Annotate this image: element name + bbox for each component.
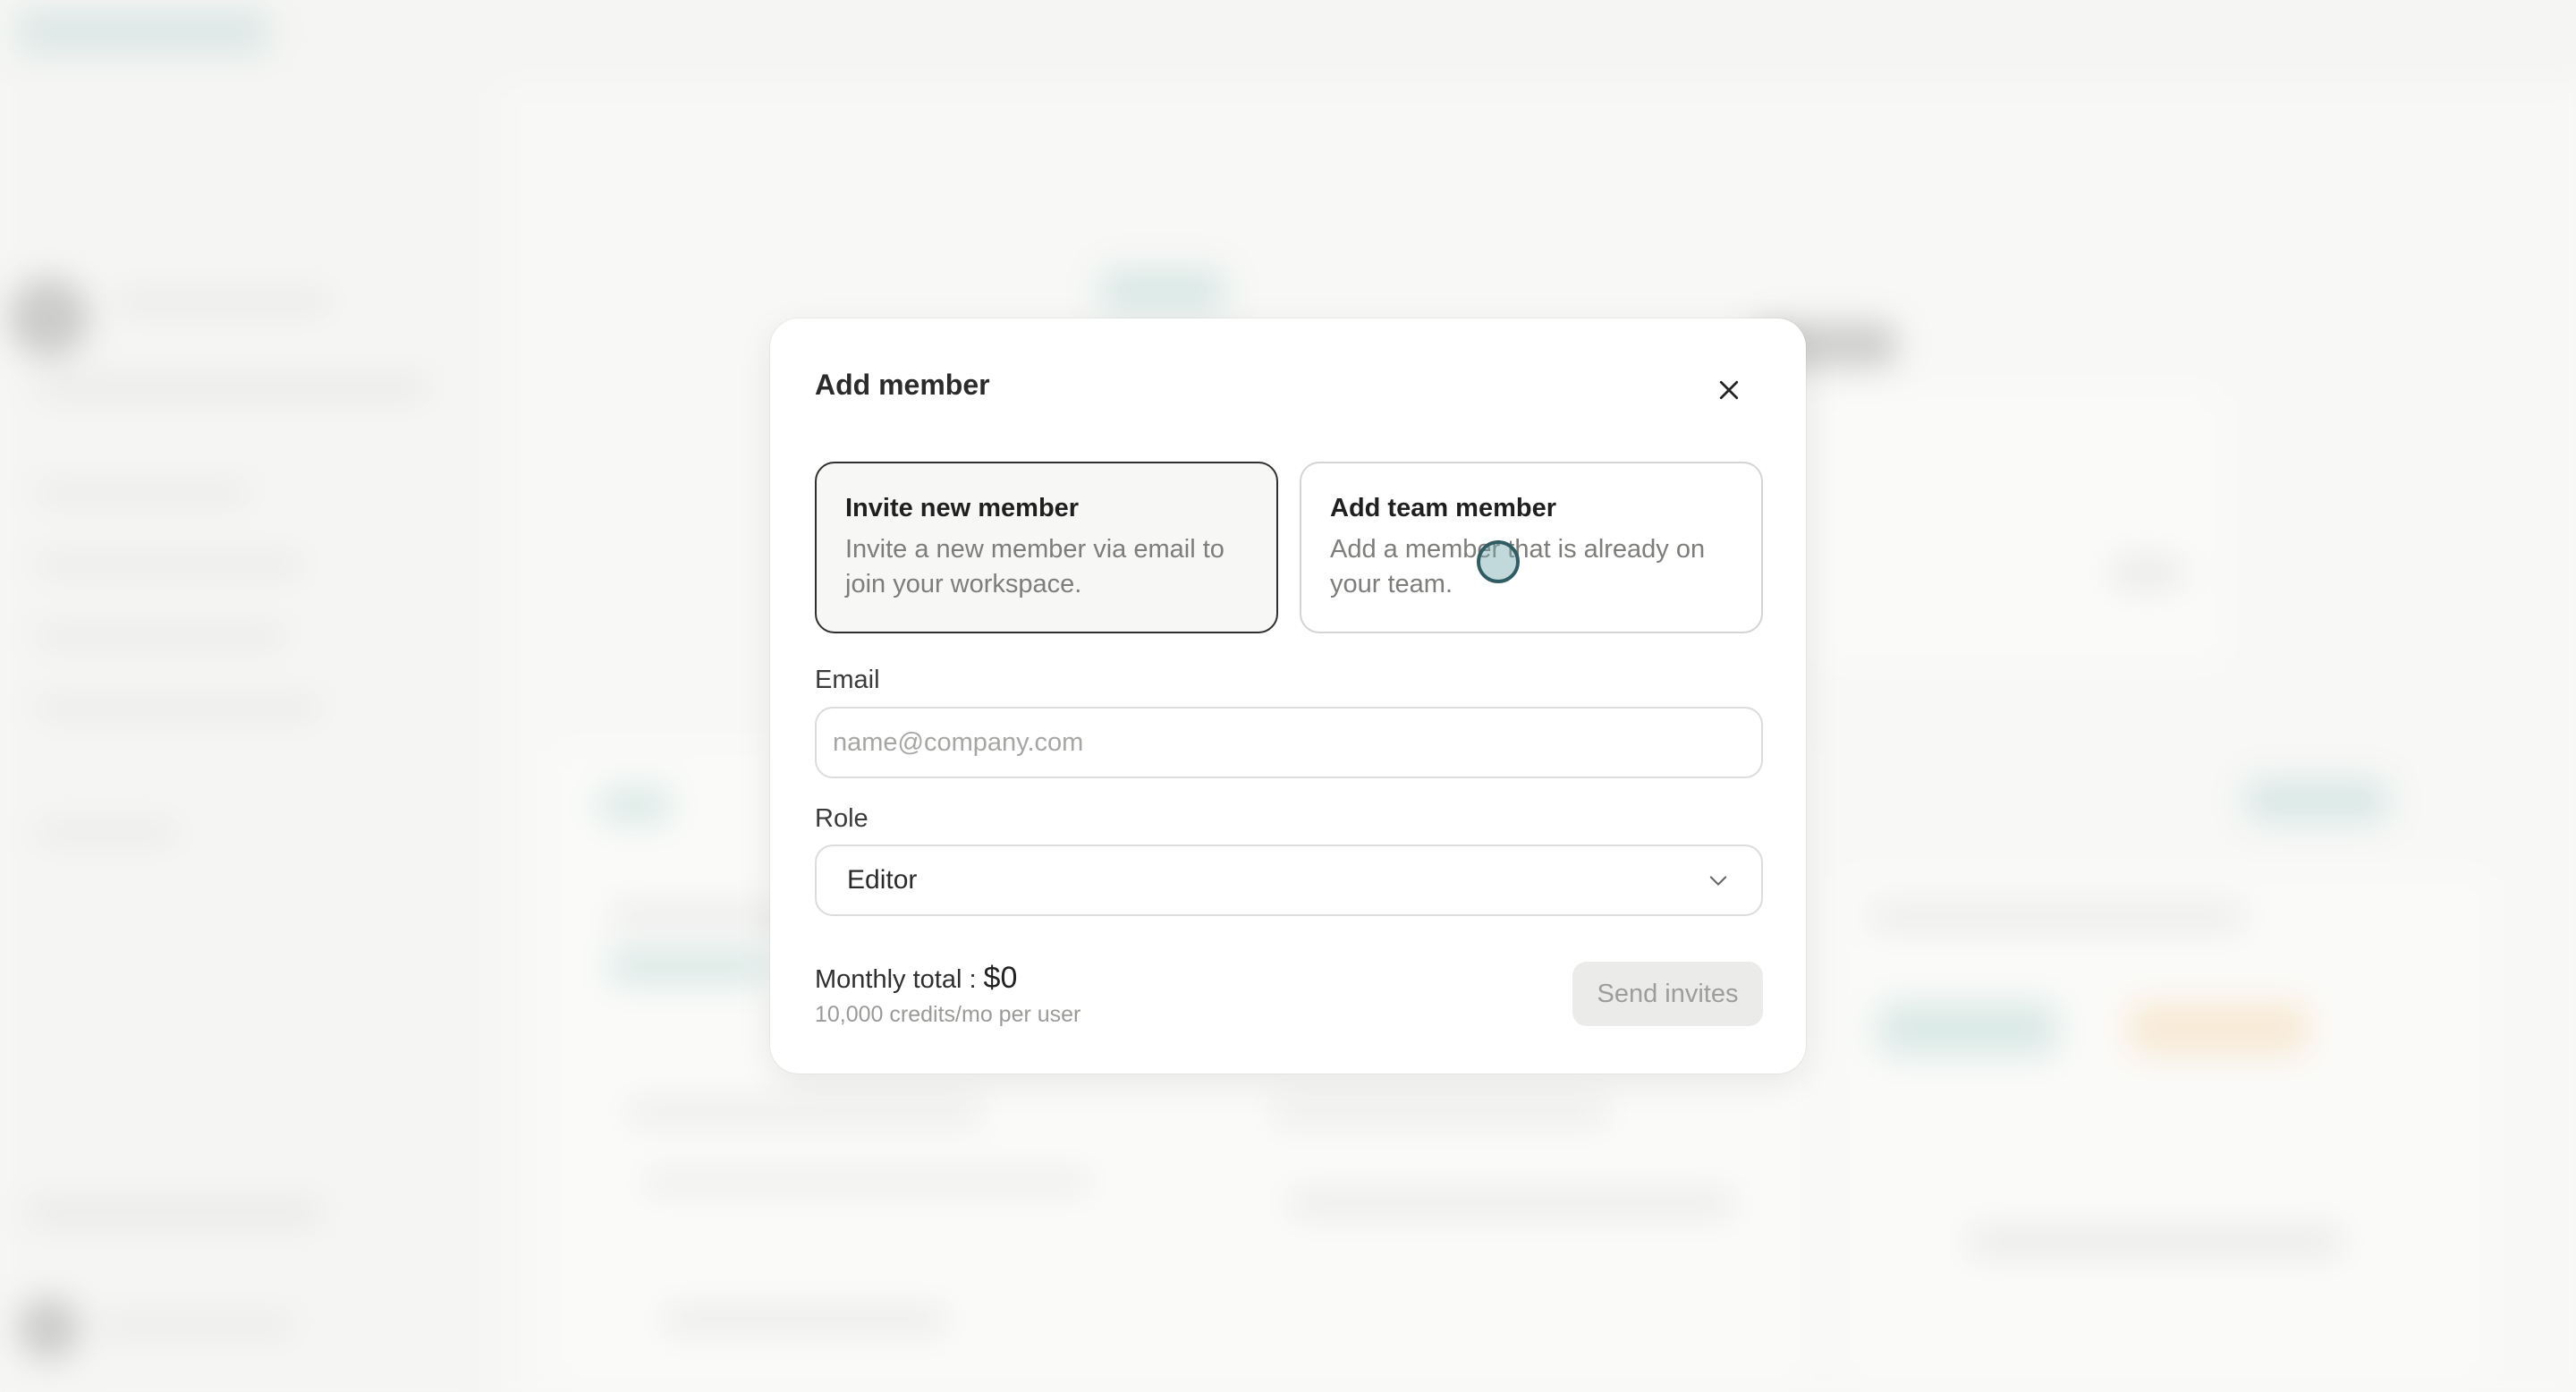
credits-note: 10,000 credits/mo per user (815, 1002, 1081, 1027)
option-description: Invite a new member via email to join yo… (845, 535, 1224, 598)
option-description: Add a member that is already on your tea… (1330, 535, 1706, 598)
add-member-dialog: Add member Invite new member Invite a ne… (770, 318, 1806, 1074)
monthly-total-label: Monthly total : (815, 965, 977, 994)
option-title: Invite new member (845, 494, 1080, 522)
dialog-title: Add member (815, 369, 990, 401)
chevron-down-icon (1709, 876, 1727, 886)
monthly-total-amount: $0 (983, 961, 1018, 995)
add-team-member-option[interactable]: Add team member Add a member that is alr… (1300, 462, 1763, 633)
email-label: Email (815, 666, 880, 694)
role-label: Role (815, 804, 869, 833)
invite-new-member-option[interactable]: Invite new member Invite a new member vi… (815, 462, 1278, 633)
option-title: Add team member (1330, 494, 1557, 522)
close-button[interactable] (1702, 363, 1756, 417)
monthly-total: Monthly total : $0 (815, 961, 1017, 996)
close-icon (1719, 380, 1739, 400)
role-selected-value: Editor (847, 865, 918, 895)
send-invites-button[interactable]: Send invites (1572, 962, 1763, 1026)
role-select[interactable]: Editor (815, 845, 1763, 916)
email-field[interactable] (815, 707, 1763, 778)
